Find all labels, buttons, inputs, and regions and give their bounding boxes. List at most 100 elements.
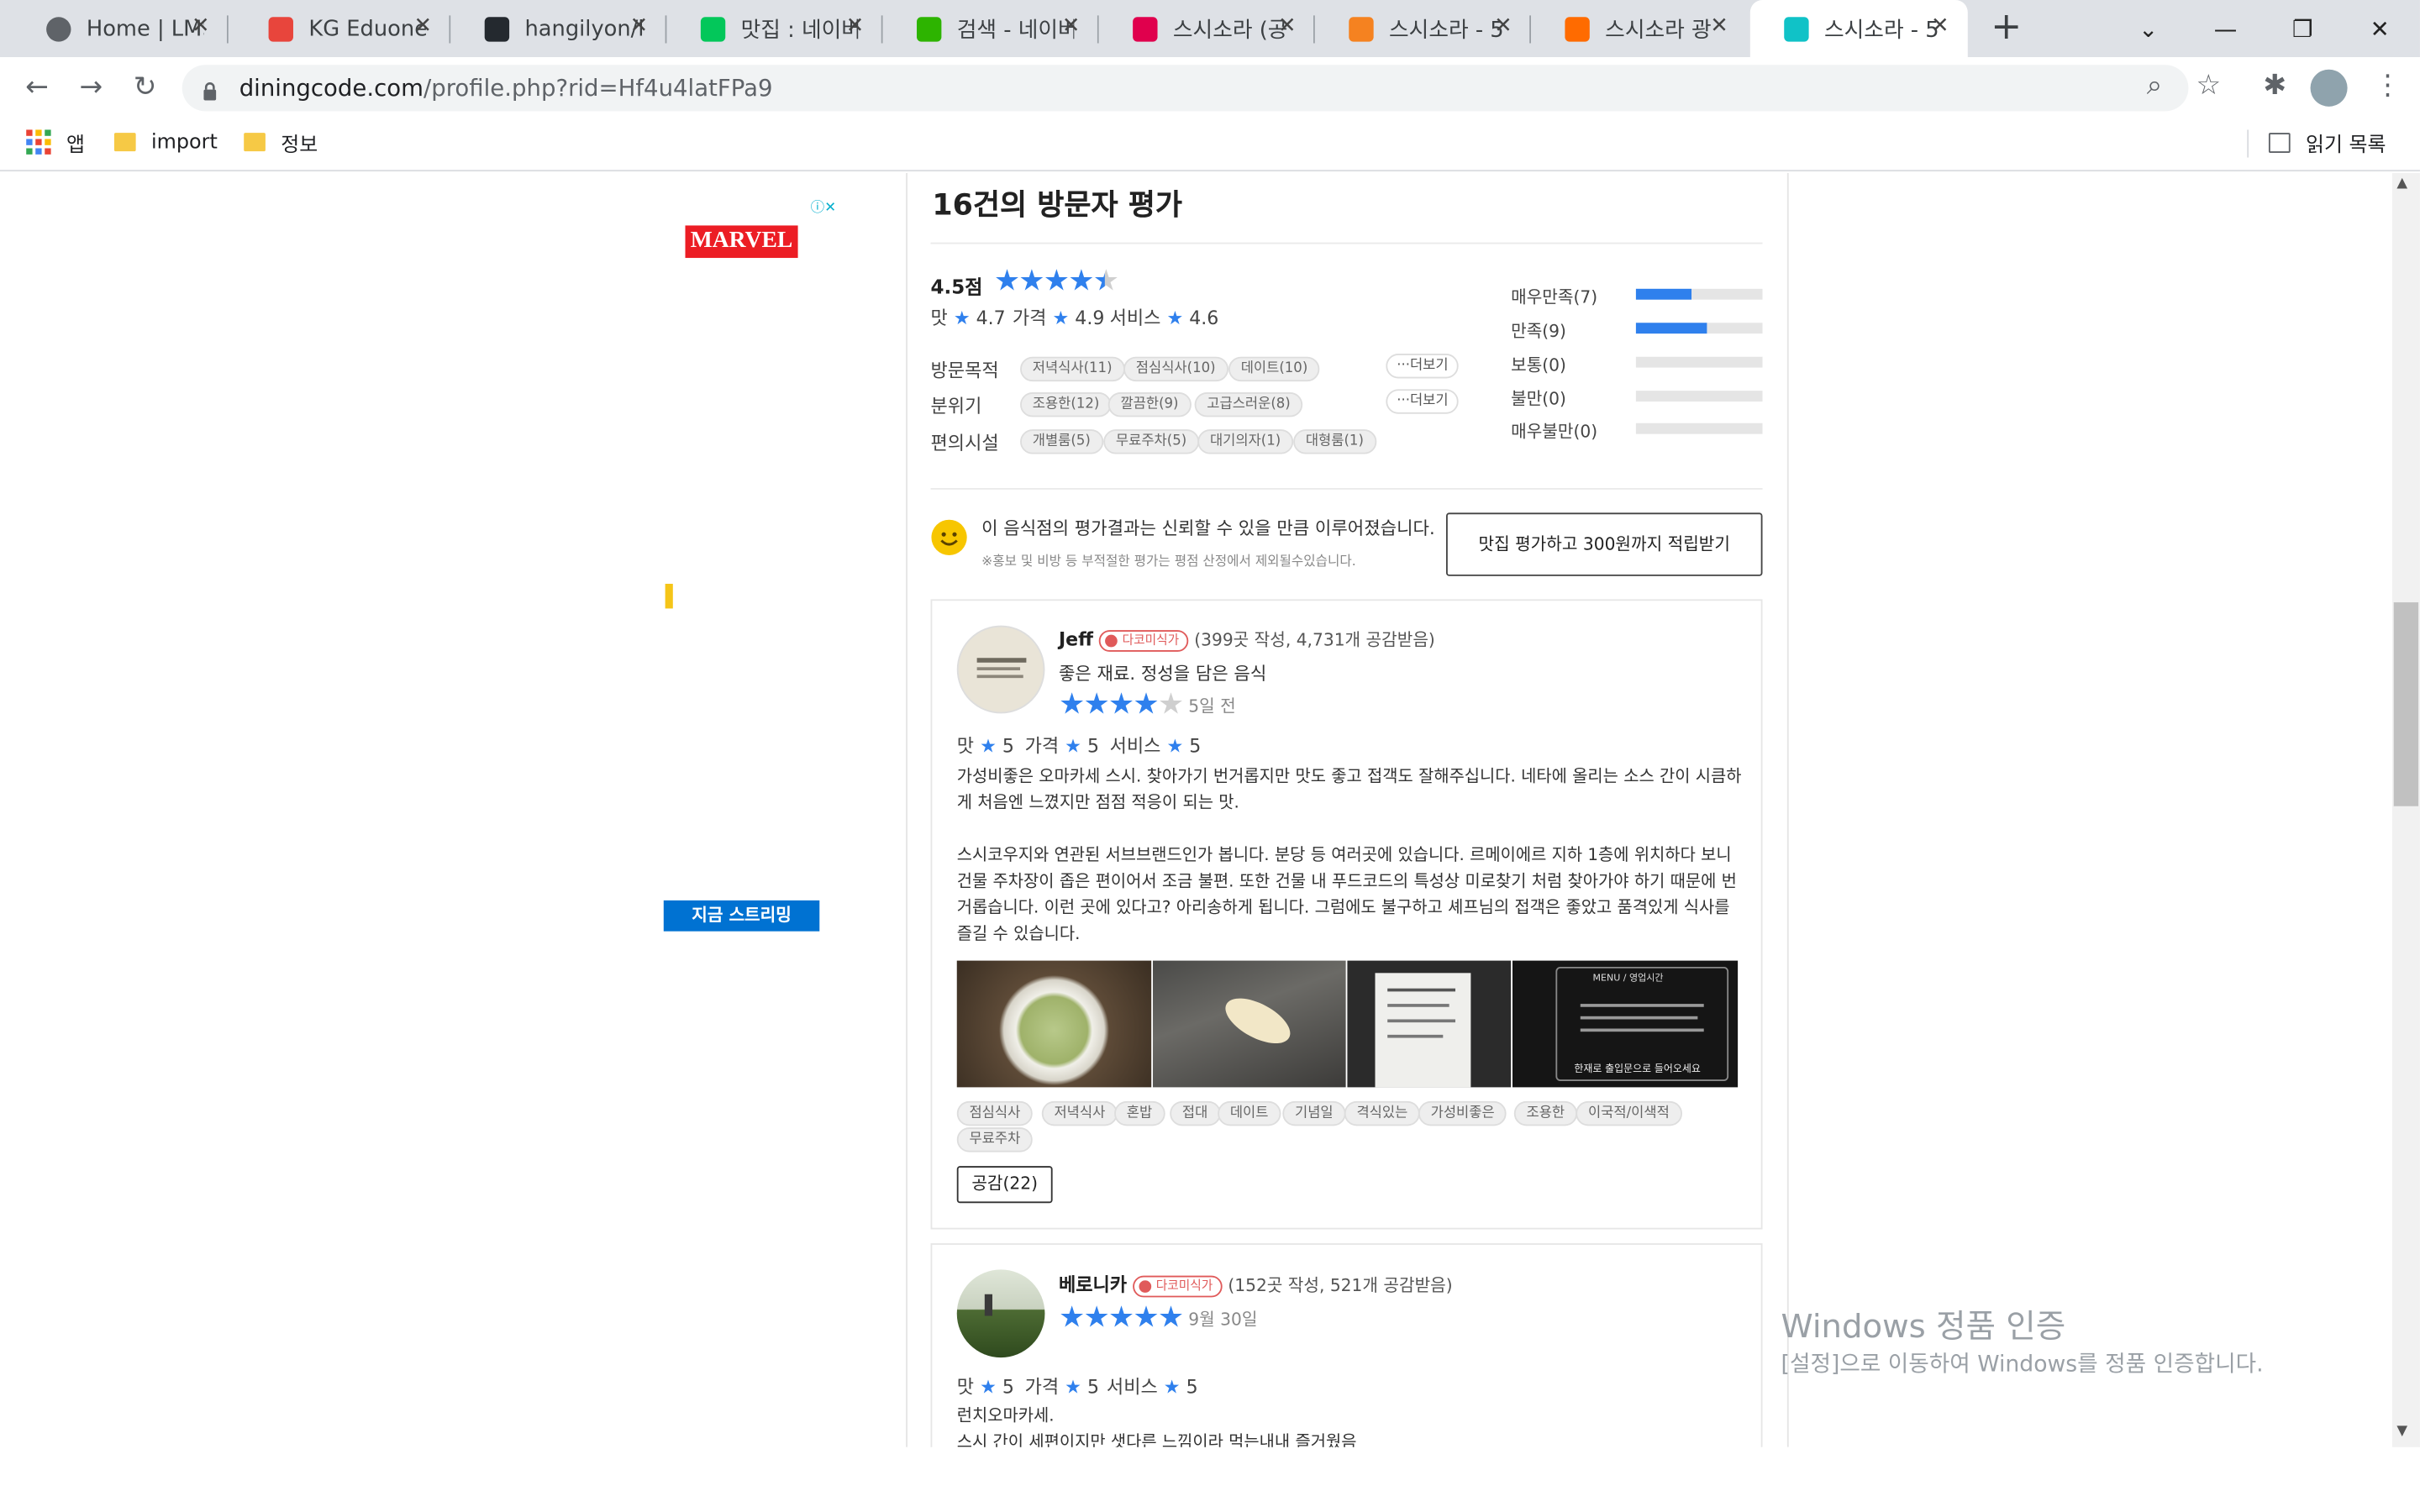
more-purpose-button[interactable]: ···더보기 (1386, 354, 1460, 379)
ad-tile-disney[interactable]: Disney (640, 286, 843, 374)
review-tag[interactable]: 조용한 (1513, 1100, 1577, 1126)
chip-lunch[interactable]: 점심식사(10) (1123, 356, 1228, 382)
chip-free-parking[interactable]: 무료주차(5) (1103, 429, 1199, 454)
scrollbar[interactable] (2391, 172, 2420, 1447)
avatar[interactable] (956, 625, 1045, 714)
review-tag[interactable]: 격식있는 (1344, 1100, 1420, 1126)
review-tag[interactable]: 기념일 (1282, 1100, 1346, 1126)
reload-icon[interactable]: ↻ (127, 71, 164, 108)
tab-close-icon[interactable]: ✕ (1928, 14, 1952, 39)
ad-pixar-label: PIXAR (730, 496, 815, 519)
tab-close-icon[interactable]: ✕ (1059, 14, 1083, 39)
review-photo-nigiri[interactable] (1153, 960, 1346, 1088)
ad-tile-natgeo[interactable]: NATIONAL GEOGRAPHIC (640, 553, 843, 638)
siksin-icon (1565, 16, 1590, 41)
scroll-down-arrow-icon[interactable]: ▼ (2396, 1424, 2407, 1439)
bookmark-folder-import[interactable]: import (113, 127, 218, 158)
review-photo-menu-board[interactable] (1347, 960, 1512, 1088)
tab-4[interactable]: 맛집 : 네이버 ✕ (666, 0, 883, 57)
bookmark-import-label: import (150, 130, 218, 154)
chip-waiting-chair[interactable]: 대기의자(1) (1197, 429, 1293, 454)
bookmark-folder-info[interactable]: 정보 (244, 127, 318, 158)
minimize-button[interactable]: — (2188, 0, 2262, 57)
smiley-icon (931, 519, 968, 556)
tab-separator (226, 15, 229, 44)
chip-large-room[interactable]: 대형룸(1) (1293, 429, 1376, 454)
bookmark-star-icon[interactable]: ☆ (2190, 70, 2227, 107)
tab-close-icon[interactable]: ✕ (627, 14, 651, 39)
new-tab-button[interactable]: + (1988, 8, 2025, 45)
review-tag[interactable]: 가성비좋은 (1418, 1100, 1507, 1126)
tab-3[interactable]: hangilyon/b ✕ (450, 0, 667, 57)
tab-label: 스시소라 - 5 (1389, 18, 1504, 43)
reading-list-button[interactable]: 읽기 목록 (2268, 127, 2386, 158)
kebab-menu-icon[interactable]: ⋮ (2369, 70, 2406, 107)
tab-search-icon[interactable]: ⌄ (2112, 0, 2186, 57)
write-review-button[interactable]: 맛집 평가하고 300원까지 적립받기 (1445, 512, 1763, 576)
tab-5[interactable]: 검색 - 네이버 ✕ (883, 0, 1099, 57)
review-tag[interactable]: 이국적/이색적 (1576, 1100, 1682, 1126)
ad-tile-disneyplus[interactable]: Disney+ 내가 좋아하는 모든 이야기가 여기에 지금 스트리밍 (640, 726, 843, 954)
tab-7[interactable]: 스시소라 - 5 ✕ (1315, 0, 1532, 57)
reviewer-name[interactable]: 베로니카 (1059, 1274, 1127, 1296)
chip-private-room[interactable]: 개별룸(5) (1020, 429, 1103, 454)
review-photo-hours-sign[interactable]: MENU / 영업시간 한재로 출입문으로 들어오세요 (1512, 960, 1739, 1088)
review-photo-chawanmushi[interactable] (956, 960, 1152, 1088)
tab-9[interactable]: 스시소라 - 5 ✕ (1749, 0, 1968, 58)
review-tag[interactable]: 무료주차 (956, 1127, 1033, 1152)
like-button[interactable]: 공감(22) (956, 1166, 1053, 1204)
tab-close-icon[interactable]: ✕ (843, 14, 867, 39)
distribution-label: 매우불만(0) (1511, 421, 1598, 442)
avatar[interactable] (956, 1269, 1045, 1358)
bookmark-apps[interactable]: 앱 (26, 127, 85, 158)
reviewer-name[interactable]: Jeff (1059, 628, 1093, 650)
review-tag[interactable]: 데이트 (1218, 1100, 1281, 1126)
distribution-bar (1635, 391, 1763, 402)
star-icon: ★ (980, 1376, 997, 1398)
tab-2[interactable]: KG Eduone ✕ (234, 0, 451, 57)
lock-icon[interactable] (203, 77, 218, 101)
ad-cta-button[interactable]: 지금 스트리밍 (663, 900, 820, 932)
ad-tile-pixar[interactable]: PIXAR (640, 465, 843, 551)
review-score-value: 5 (1086, 1376, 1100, 1398)
chip-dinner[interactable]: 저녁식사(11) (1020, 356, 1125, 382)
tab-close-icon[interactable]: ✕ (188, 14, 213, 39)
chip-luxury[interactable]: 고급스러운(8) (1194, 392, 1303, 417)
review-score-value: 5 (1086, 735, 1100, 757)
chip-quiet[interactable]: 조용한(12) (1020, 392, 1113, 417)
url-text[interactable]: diningcode.com/profile.php?rid=Hf4u4latF… (239, 74, 773, 102)
back-arrow-icon[interactable]: ← (18, 71, 55, 108)
review-score-label: 가격 (1024, 1376, 1060, 1398)
tab-8[interactable]: 스시소라 광 ✕ (1531, 0, 1747, 57)
reading-list-icon (2268, 132, 2291, 153)
extensions-puzzle-icon[interactable]: ✱ (2256, 70, 2293, 107)
zoom-icon[interactable]: ⌕ (2136, 70, 2173, 107)
review-score-value: 5 (1189, 735, 1202, 757)
tab-close-icon[interactable]: ✕ (1275, 14, 1299, 39)
restore-button[interactable]: ❐ (2265, 0, 2339, 57)
distribution-bar (1635, 288, 1763, 300)
forward-arrow-icon[interactable]: → (72, 71, 109, 108)
tab-close-icon[interactable]: ✕ (1707, 14, 1731, 39)
chip-date[interactable]: 데이트(10) (1228, 356, 1320, 382)
tab-close-icon[interactable]: ✕ (411, 14, 435, 39)
review-tag[interactable]: 혼밥 (1114, 1100, 1165, 1126)
review-tag[interactable]: 저녁식사 (1041, 1100, 1118, 1126)
review-tag[interactable]: 점심식사 (956, 1100, 1033, 1126)
tab-close-icon[interactable]: ✕ (1491, 14, 1515, 39)
ad-choices-icon[interactable]: ⓘ✕ (805, 199, 842, 218)
tab-6[interactable]: 스시소라 (공 ✕ (1099, 0, 1315, 57)
more-mood-button[interactable]: ···더보기 (1386, 389, 1460, 414)
profile-avatar[interactable] (2310, 69, 2348, 107)
ad-tile-starwars[interactable]: STAR WARS (640, 375, 843, 464)
ad-tile-star[interactable]: STAR (640, 639, 843, 726)
scrollbar-thumb[interactable] (2393, 602, 2419, 806)
sub-score-price-value: 4.9 (1075, 307, 1105, 329)
review-tag[interactable]: 접대 (1170, 1100, 1221, 1126)
close-window-button[interactable]: ✕ (2343, 0, 2417, 57)
tab-1[interactable]: Home | LMS ✕ (13, 0, 229, 57)
tab-label: 스시소라 광 (1605, 18, 1712, 43)
review-body-line: 가성비좋은 오마카세 스시. 찾아가기 번거롭지만 맛도 좋고 접객도 잘해주십… (956, 765, 1742, 786)
scroll-up-arrow-icon[interactable]: ▲ (2396, 176, 2407, 192)
chip-clean[interactable]: 깔끔한(9) (1107, 392, 1192, 417)
